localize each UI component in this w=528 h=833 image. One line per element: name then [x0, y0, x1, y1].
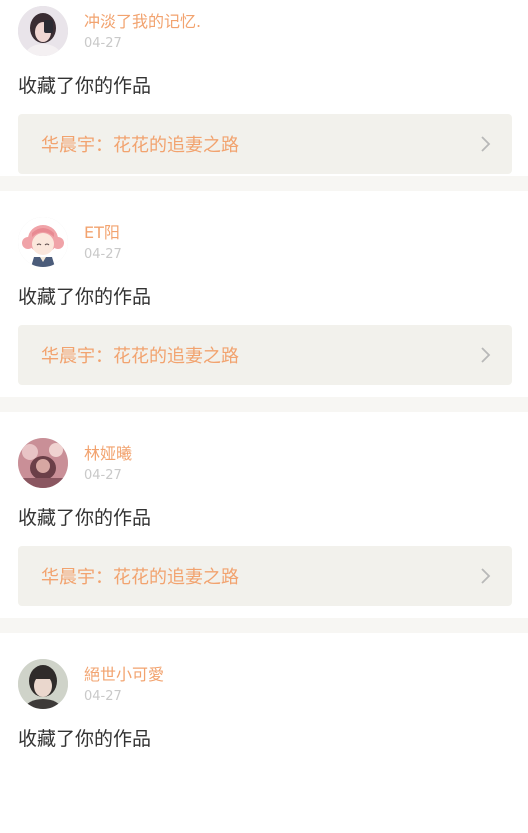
username[interactable]: ET阳 — [84, 223, 120, 243]
user-avatar[interactable] — [18, 217, 68, 267]
timestamp: 04-27 — [84, 689, 122, 704]
notification-header: 絕世小可愛 04-27 — [18, 653, 512, 711]
user-avatar[interactable] — [18, 438, 68, 488]
user-avatar[interactable] — [18, 6, 68, 56]
notification-card: 林娅曦 04-27 收藏了你的作品 华晨宇：花花的追妻之路 — [0, 412, 528, 618]
work-title: 华晨宇：花花的追妻之路 — [41, 567, 239, 588]
notification-card: 絕世小可愛 04-27 收藏了你的作品 — [0, 633, 528, 833]
username[interactable]: 林娅曦 — [84, 444, 132, 464]
user-avatar[interactable] — [18, 659, 68, 709]
notification-header: ET阳 04-27 — [18, 211, 512, 269]
work-link[interactable]: 华晨宇：花花的追妻之路 — [18, 325, 512, 385]
username[interactable]: 冲淡了我的记忆. — [84, 12, 201, 32]
action-text: 收藏了你的作品 — [18, 75, 152, 97]
notification-card: 冲淡了我的记忆. 04-27 收藏了你的作品 华晨宇：花花的追妻之路 — [0, 0, 528, 176]
timestamp: 04-27 — [84, 247, 122, 262]
username[interactable]: 絕世小可愛 — [84, 665, 164, 685]
action-text: 收藏了你的作品 — [18, 507, 152, 529]
user-avatar-anime-girl-icon — [18, 217, 68, 267]
chevron-right-icon — [480, 346, 492, 364]
notification-header: 冲淡了我的记忆. 04-27 — [18, 0, 512, 58]
work-title: 华晨宇：花花的追妻之路 — [41, 346, 239, 367]
notification-feed: 冲淡了我的记忆. 04-27 收藏了你的作品 华晨宇：花花的追妻之路 ET阳 0… — [0, 0, 528, 833]
user-avatar-photo-icon — [18, 6, 68, 56]
notification-header: 林娅曦 04-27 — [18, 432, 512, 490]
work-link[interactable]: 华晨宇：花花的追妻之路 — [18, 546, 512, 606]
notification-card: ET阳 04-27 收藏了你的作品 华晨宇：花花的追妻之路 — [0, 191, 528, 397]
timestamp: 04-27 — [84, 36, 122, 51]
timestamp: 04-27 — [84, 468, 122, 483]
work-title: 华晨宇：花花的追妻之路 — [41, 135, 239, 156]
chevron-right-icon — [480, 567, 492, 585]
chevron-right-icon — [480, 135, 492, 153]
action-text: 收藏了你的作品 — [18, 286, 152, 308]
user-avatar-photo-icon — [18, 659, 68, 709]
work-link[interactable]: 华晨宇：花花的追妻之路 — [18, 114, 512, 174]
user-avatar-photo-icon — [18, 438, 68, 488]
action-text: 收藏了你的作品 — [18, 728, 152, 750]
